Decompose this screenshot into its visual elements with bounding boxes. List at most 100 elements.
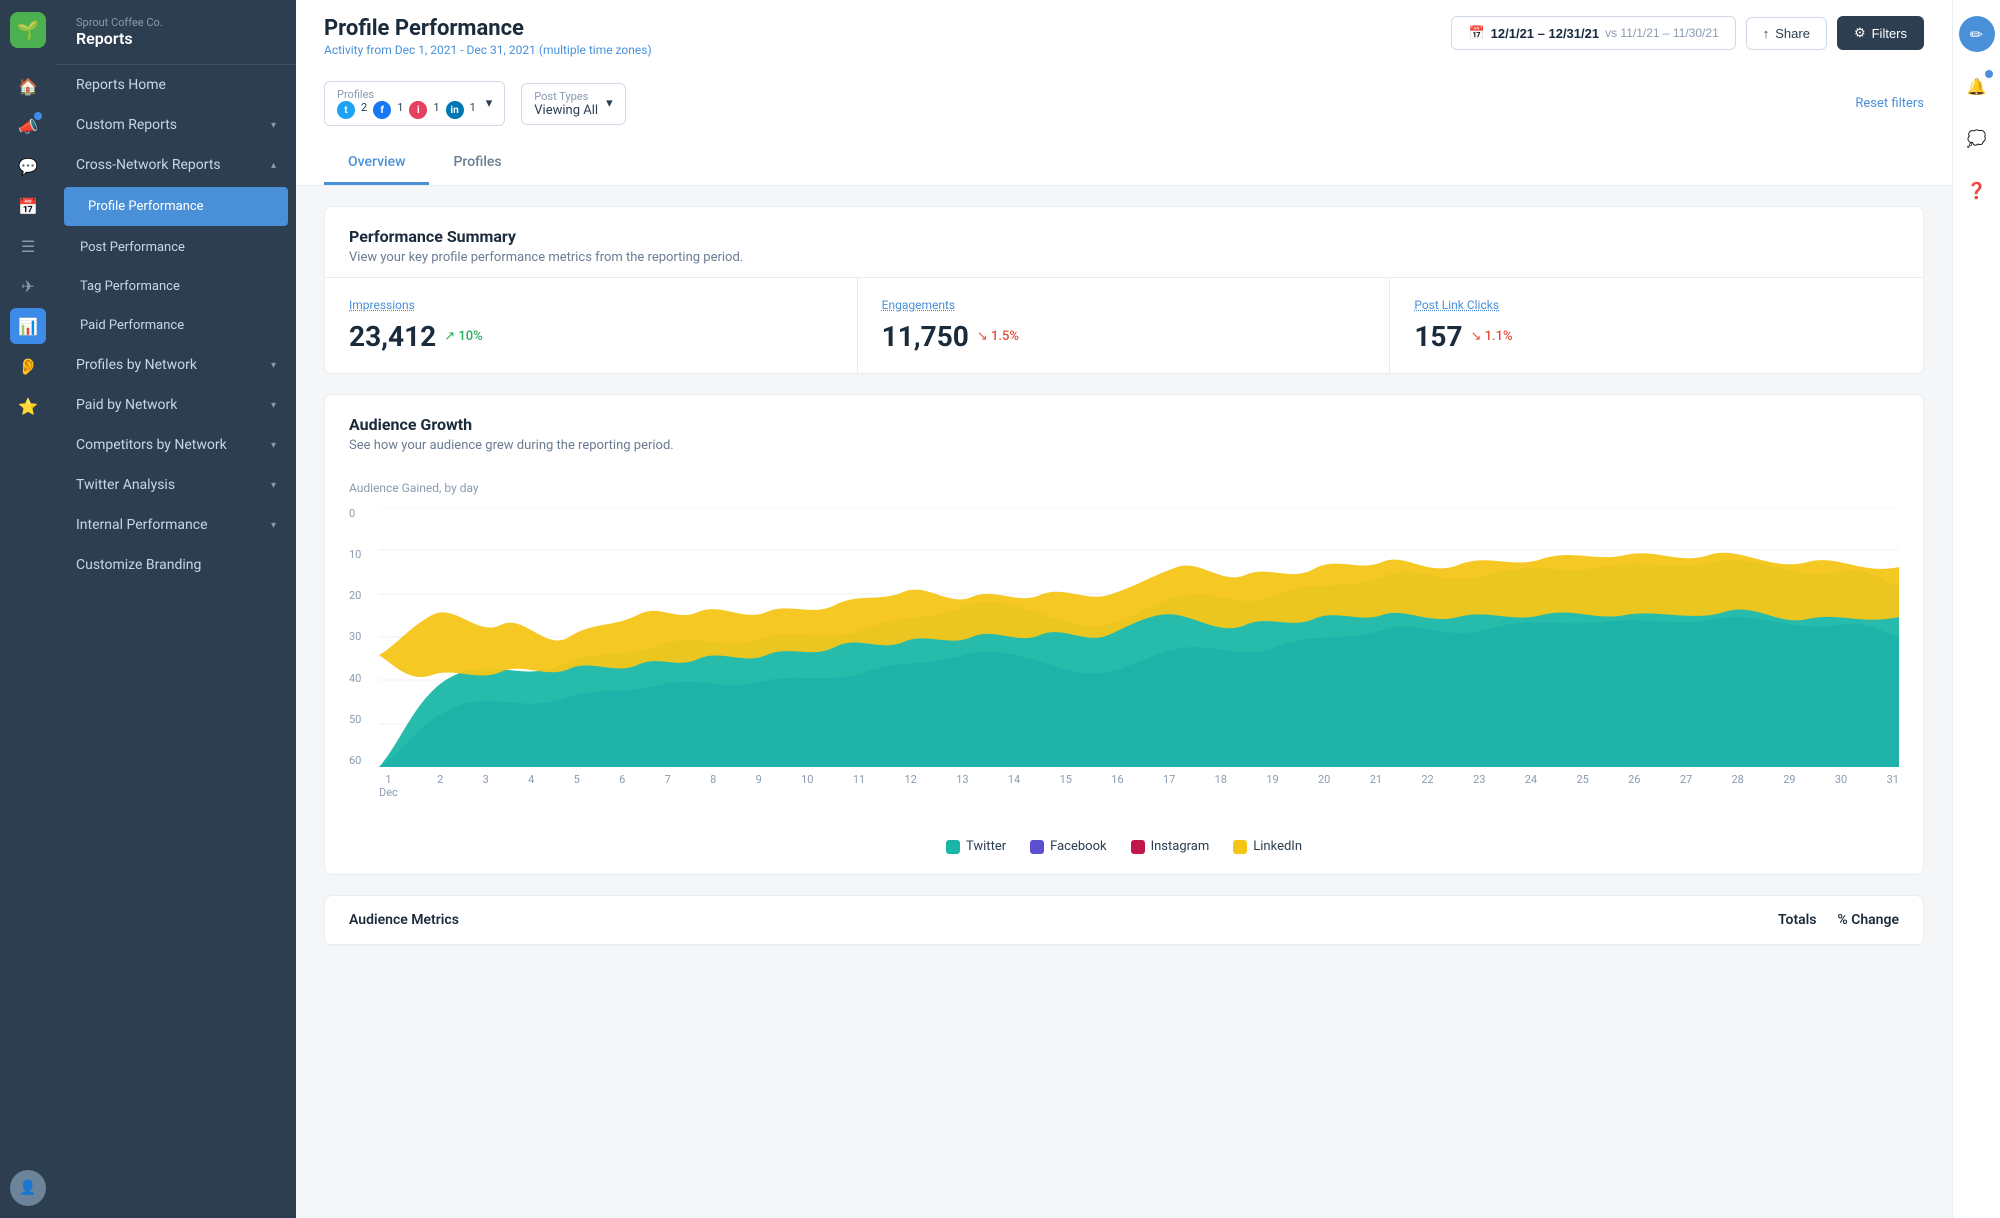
- audience-growth-card: Audience Growth See how your audience gr…: [324, 394, 1924, 875]
- calendar-icon[interactable]: 📅: [10, 188, 46, 224]
- legend-twitter: Twitter: [946, 839, 1006, 854]
- audience-title: Audience Growth: [349, 415, 1899, 434]
- messages-icon[interactable]: 💬: [10, 148, 46, 184]
- impressions-change: ↗ 10%: [444, 329, 482, 344]
- linkedin-legend-color: [1233, 840, 1247, 854]
- profiles-filter[interactable]: Profiles t 2 f 1 i 1 in 1 ▾: [324, 81, 505, 126]
- chevron-down-icon: ▾: [271, 480, 276, 491]
- sidebar-item-cross-network[interactable]: Cross-Network Reports ▴: [56, 145, 296, 185]
- legend-instagram: Instagram: [1131, 839, 1210, 854]
- alerts-icon[interactable]: 📣: [10, 108, 46, 144]
- home-icon[interactable]: 🏠: [10, 68, 46, 104]
- user-avatar[interactable]: 👤: [10, 1170, 46, 1206]
- profile-network-icons: t 2 f 1 i 1 in 1: [337, 101, 478, 119]
- engagements-value: 11,750 ↘ 1.5%: [882, 320, 1366, 353]
- post-types-filter[interactable]: Post Types Viewing All ▾: [521, 83, 625, 125]
- linkedin-profile-icon: in: [446, 101, 464, 119]
- perf-summary-header: Performance Summary View your key profil…: [325, 207, 1923, 277]
- content-area: Performance Summary View your key profil…: [296, 186, 1952, 986]
- engagements-change: ↘ 1.5%: [977, 329, 1019, 344]
- chevron-down-icon: ▾: [271, 120, 276, 131]
- tasks-icon[interactable]: ☰: [10, 228, 46, 264]
- chevron-down-icon: ▾: [271, 360, 276, 371]
- perf-summary-title: Performance Summary: [349, 227, 1899, 246]
- sidebar-item-custom-reports[interactable]: Custom Reports ▾: [56, 105, 296, 145]
- metrics-row: Impressions 23,412 ↗ 10% Engagements 11,…: [325, 277, 1923, 373]
- sidebar-item-post-performance[interactable]: Post Performance: [56, 228, 296, 267]
- audience-metrics-card: Audience Metrics Totals % Change: [324, 895, 1924, 946]
- legend-linkedin: LinkedIn: [1233, 839, 1302, 854]
- impressions-value: 23,412 ↗ 10%: [349, 320, 833, 353]
- page-subtitle: Activity from Dec 1, 2021 - Dec 31, 2021…: [324, 43, 652, 57]
- instagram-profile-icon: i: [409, 101, 427, 119]
- profiles-chevron-icon: ▾: [486, 96, 493, 111]
- sidebar-header: Sprout Coffee Co. Reports: [56, 0, 296, 65]
- company-name: Sprout Coffee Co.: [76, 16, 276, 29]
- facebook-profile-icon: f: [373, 101, 391, 119]
- chart-area: 60 50 40 30 20 10 0: [349, 507, 1899, 807]
- facebook-legend-color: [1030, 840, 1044, 854]
- header-actions: 📅 12/1/21 – 12/31/21 vs 11/1/21 – 11/30/…: [1451, 16, 1924, 50]
- filters-row: Profiles t 2 f 1 i 1 in 1 ▾ Pos: [324, 69, 1924, 138]
- reports-icon[interactable]: 📊: [10, 308, 46, 344]
- date-range-button[interactable]: 📅 12/1/21 – 12/31/21 vs 11/1/21 – 11/30/…: [1451, 16, 1735, 50]
- notification-badge: [1985, 70, 1993, 78]
- sidebar-item-reports-home[interactable]: Reports Home: [56, 65, 296, 105]
- share-icon: ↑: [1763, 26, 1770, 41]
- tab-overview[interactable]: Overview: [324, 142, 429, 185]
- audience-metrics-label: Audience Metrics: [349, 912, 459, 928]
- title-block: Profile Performance Activity from Dec 1,…: [324, 16, 652, 57]
- share-button[interactable]: ↑ Share: [1746, 17, 1827, 50]
- chart-y-label: Audience Gained, by day: [349, 481, 1899, 495]
- impressions-label[interactable]: Impressions: [349, 298, 833, 312]
- engagements-metric: Engagements 11,750 ↘ 1.5%: [858, 278, 1391, 373]
- sidebar-item-paid-by-network[interactable]: Paid by Network ▾: [56, 385, 296, 425]
- twitter-legend-color: [946, 840, 960, 854]
- sidebar-item-tag-performance[interactable]: Tag Performance: [56, 267, 296, 306]
- instagram-legend-color: [1131, 840, 1145, 854]
- chart-container: Audience Gained, by day 60 50 40 30 20 1…: [325, 465, 1923, 827]
- right-panel: ✏ 🔔 💭 ❓: [1952, 0, 2000, 1218]
- post-link-clicks-label[interactable]: Post Link Clicks: [1414, 298, 1899, 312]
- sidebar-item-paid-performance[interactable]: Paid Performance: [56, 306, 296, 345]
- chat-icon[interactable]: 💭: [1959, 120, 1995, 156]
- twitter-profile-icon: t: [337, 101, 355, 119]
- publish-icon[interactable]: ✈: [10, 268, 46, 304]
- compose-button[interactable]: ✏: [1959, 16, 1995, 52]
- sidebar-section-title: Reports: [76, 29, 276, 48]
- advocacy-icon[interactable]: ⭐: [10, 388, 46, 424]
- audience-header: Audience Growth See how your audience gr…: [325, 395, 1923, 465]
- icon-rail: 🌱 🏠 📣 💬 📅 ☰ ✈ 📊 👂 ⭐ 👤: [0, 0, 56, 1218]
- impressions-metric: Impressions 23,412 ↗ 10%: [325, 278, 858, 373]
- header-top: Profile Performance Activity from Dec 1,…: [324, 16, 1924, 57]
- chevron-down-icon: ▾: [271, 520, 276, 531]
- post-link-clicks-value: 157 ↘ 1.1%: [1414, 320, 1899, 353]
- post-types-chevron-icon: ▾: [606, 96, 613, 111]
- app-logo: 🌱: [10, 12, 46, 48]
- help-icon[interactable]: ❓: [1959, 172, 1995, 208]
- legend-facebook: Facebook: [1030, 839, 1106, 854]
- main-content: Profile Performance Activity from Dec 1,…: [296, 0, 1952, 1218]
- sidebar-item-competitors-by-network[interactable]: Competitors by Network ▾: [56, 425, 296, 465]
- sidebar-item-profiles-by-network[interactable]: Profiles by Network ▾: [56, 345, 296, 385]
- chevron-down-icon: ▾: [271, 440, 276, 451]
- chart-legend: Twitter Facebook Instagram LinkedIn: [325, 827, 1923, 874]
- y-axis: 60 50 40 30 20 10 0: [349, 507, 379, 767]
- totals-label: Totals % Change: [1778, 912, 1899, 928]
- reset-filters-button[interactable]: Reset filters: [1855, 96, 1924, 111]
- sidebar-item-profile-performance[interactable]: Profile Performance: [64, 187, 288, 226]
- sidebar: Sprout Coffee Co. Reports Reports Home C…: [56, 0, 296, 1218]
- alerts-badge: [34, 112, 42, 120]
- perf-summary-subtitle: View your key profile performance metric…: [349, 250, 1899, 265]
- chart-svg-wrap: [379, 507, 1899, 767]
- filters-button[interactable]: ⚙ Filters: [1837, 16, 1924, 50]
- sidebar-item-internal-performance[interactable]: Internal Performance ▾: [56, 505, 296, 545]
- post-link-clicks-change: ↘ 1.1%: [1471, 329, 1513, 344]
- sidebar-item-customize-branding[interactable]: Customize Branding: [56, 545, 296, 585]
- audience-chart-svg: [379, 507, 1899, 767]
- listening-icon[interactable]: 👂: [10, 348, 46, 384]
- tab-profiles[interactable]: Profiles: [429, 142, 525, 185]
- sidebar-item-twitter-analysis[interactable]: Twitter Analysis ▾: [56, 465, 296, 505]
- engagements-label[interactable]: Engagements: [882, 298, 1366, 312]
- x-axis: 1Dec 2 3 4 5 6 7 8 9 10 11 12 13 14: [379, 767, 1899, 807]
